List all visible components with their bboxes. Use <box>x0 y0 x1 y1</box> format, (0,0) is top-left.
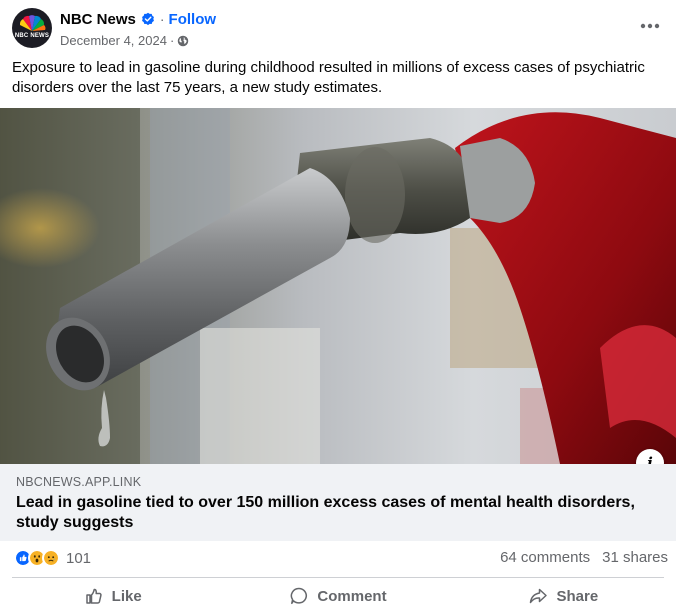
reaction-count: 101 <box>66 549 92 567</box>
avatar-label: NBC NEWS <box>14 33 50 39</box>
globe-icon[interactable] <box>177 35 189 47</box>
share-label: Share <box>556 587 599 605</box>
like-button[interactable]: Like <box>0 579 225 613</box>
link-title[interactable]: Lead in gasoline tied to over 150 millio… <box>16 493 656 533</box>
share-icon <box>530 588 548 604</box>
gas-nozzle-photo <box>0 108 676 464</box>
separator: · <box>159 11 165 27</box>
post-caption: Exposure to lead in gasoline during chil… <box>12 59 645 96</box>
verified-badge-icon <box>141 12 154 26</box>
comment-icon <box>291 587 308 605</box>
share-button[interactable]: Share <box>451 579 676 613</box>
link-preview[interactable]: NBCNEWS.APP.LINK Lead in gasoline tied t… <box>0 464 676 541</box>
facebook-post: NBC NEWS NBC News · Follow December 4, 2… <box>0 0 676 613</box>
shares-count[interactable]: 31 shares <box>602 549 668 566</box>
comment-label: Comment <box>317 587 387 605</box>
author-line: NBC News · Follow <box>60 9 216 29</box>
nbc-peacock-icon <box>19 15 46 31</box>
comment-button[interactable]: Comment <box>225 579 450 613</box>
reaction-summary[interactable]: 101 <box>14 548 91 568</box>
divider <box>12 577 664 578</box>
comment-share-counts: 64 comments 31 shares <box>500 549 668 566</box>
engagement-stats: 101 64 comments 31 shares <box>0 541 676 577</box>
follow-button[interactable]: Follow <box>169 11 217 28</box>
sad-reaction-icon <box>42 549 60 567</box>
comments-count[interactable]: 64 comments <box>500 549 590 566</box>
author-name[interactable]: NBC News <box>60 11 136 28</box>
post-meta: December 4, 2024 · <box>60 33 189 48</box>
like-label: Like <box>111 587 142 605</box>
action-bar: Like Comment Share <box>0 579 676 613</box>
thumbs-up-icon <box>85 588 102 604</box>
avatar[interactable]: NBC NEWS <box>12 8 52 48</box>
meta-separator: · <box>169 33 175 48</box>
post-header: NBC NEWS NBC News · Follow December 4, 2… <box>0 0 676 58</box>
link-domain: NBCNEWS.APP.LINK <box>16 475 142 489</box>
more-options-icon[interactable] <box>636 16 664 36</box>
post-image[interactable] <box>0 108 676 464</box>
post-date[interactable]: December 4, 2024 <box>60 33 167 48</box>
